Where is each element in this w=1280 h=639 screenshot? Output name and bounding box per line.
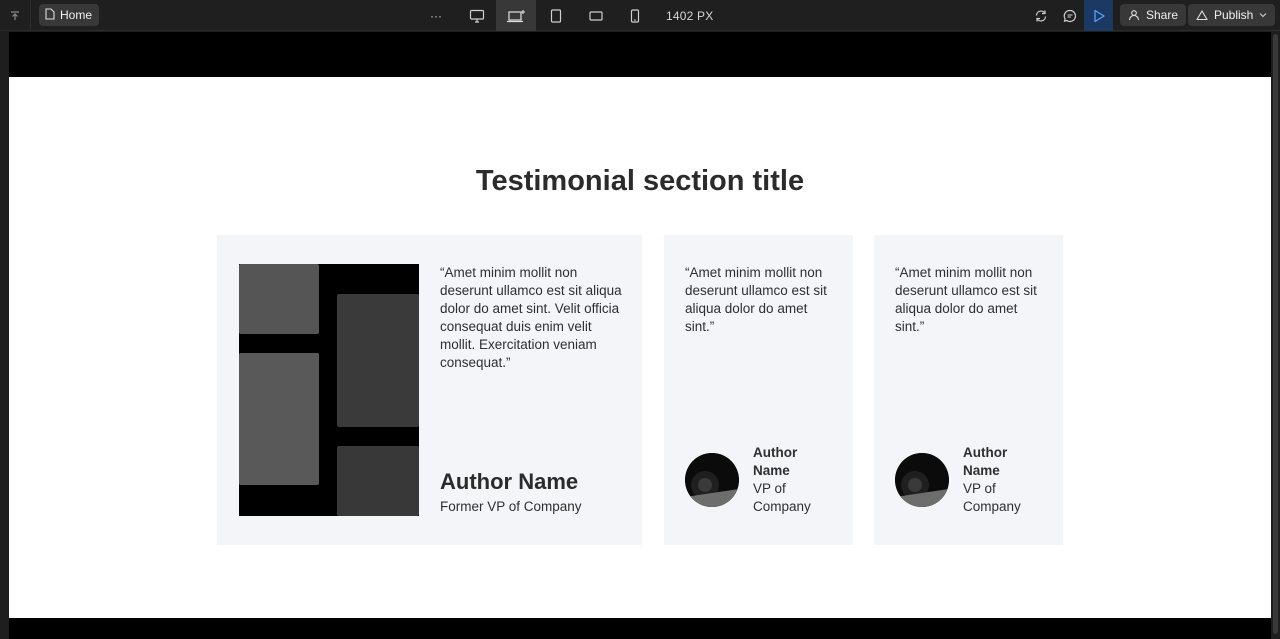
publish-label: Publish: [1214, 8, 1254, 22]
testimonial-quote: “Amet minim mollit non deserunt ullamco …: [685, 265, 827, 334]
author-name: Author Name: [963, 445, 1008, 478]
chevron-down-icon: [1259, 13, 1267, 18]
publish-button[interactable]: Publish: [1188, 4, 1276, 26]
author-role: VP of Company: [753, 481, 811, 514]
refresh-icon: [1035, 9, 1047, 22]
more-icon: ···: [430, 8, 442, 23]
mobile-icon: [630, 8, 640, 23]
testimonial-quote: “Amet minim mollit non deserunt ullamco …: [895, 265, 1037, 334]
author-block: Author Name VP of Company: [963, 444, 1033, 516]
desktop-breakpoint-button[interactable]: [461, 0, 493, 31]
canvas-gutter-left: [0, 32, 9, 639]
footer-band: [9, 618, 1271, 639]
collapse-icon[interactable]: [0, 0, 31, 31]
tablet-icon: [550, 8, 562, 23]
page-tab-home[interactable]: Home: [39, 4, 100, 26]
section-title: Testimonial section title: [475, 165, 805, 197]
tablet-landscape-breakpoint-button[interactable]: [580, 0, 612, 31]
header-band: [9, 32, 1271, 77]
testimonial-card[interactable]: “Amet minim mollit non deserunt ullamco …: [664, 235, 853, 545]
viewport-width-label: 1402 PX: [666, 8, 714, 23]
comment-icon: [1063, 9, 1077, 22]
refresh-button[interactable]: [1025, 0, 1057, 31]
author-name: Author Name: [753, 445, 798, 478]
share-button[interactable]: Share: [1120, 4, 1187, 26]
publish-icon: [1196, 10, 1208, 21]
testimonial-card[interactable]: “Amet minim mollit non deserunt ullamco …: [874, 235, 1063, 545]
comments-button[interactable]: [1054, 0, 1086, 31]
laptop-star-icon: [507, 9, 525, 22]
tablet-breakpoint-button[interactable]: [540, 0, 572, 31]
avatar: [685, 453, 739, 507]
canvas-frame: Testimonial section title “Amet minim mo…: [9, 32, 1271, 639]
page-icon: [45, 7, 55, 23]
testimonial-image: [239, 264, 419, 516]
preview-button[interactable]: [1084, 0, 1113, 31]
author-name: Author Name: [440, 469, 579, 494]
author-role: VP of Company: [963, 481, 1021, 514]
desktop-icon: [469, 9, 485, 23]
canvas-scrollbar[interactable]: [1273, 34, 1278, 634]
mobile-breakpoint-button[interactable]: [619, 0, 651, 31]
featured-testimonial-card[interactable]: “Amet minim mollit non deserunt ullamco …: [217, 235, 642, 545]
page-tab-label: Home: [60, 8, 93, 22]
play-icon: [1093, 9, 1105, 22]
tablet-landscape-icon: [589, 10, 603, 21]
more-options-button[interactable]: ···: [420, 0, 452, 31]
author-block: Author Name VP of Company: [753, 444, 823, 516]
avatar: [895, 453, 949, 507]
laptop-breakpoint-button[interactable]: [496, 0, 536, 31]
testimonial-quote: “Amet minim mollit non deserunt ullamco …: [440, 265, 622, 370]
share-label: Share: [1146, 8, 1179, 22]
editor-toolbar: Home ··· 1402 PX Share Publish: [0, 0, 1280, 31]
author-role: Former VP of Company: [440, 499, 582, 514]
user-icon: [1128, 10, 1140, 21]
